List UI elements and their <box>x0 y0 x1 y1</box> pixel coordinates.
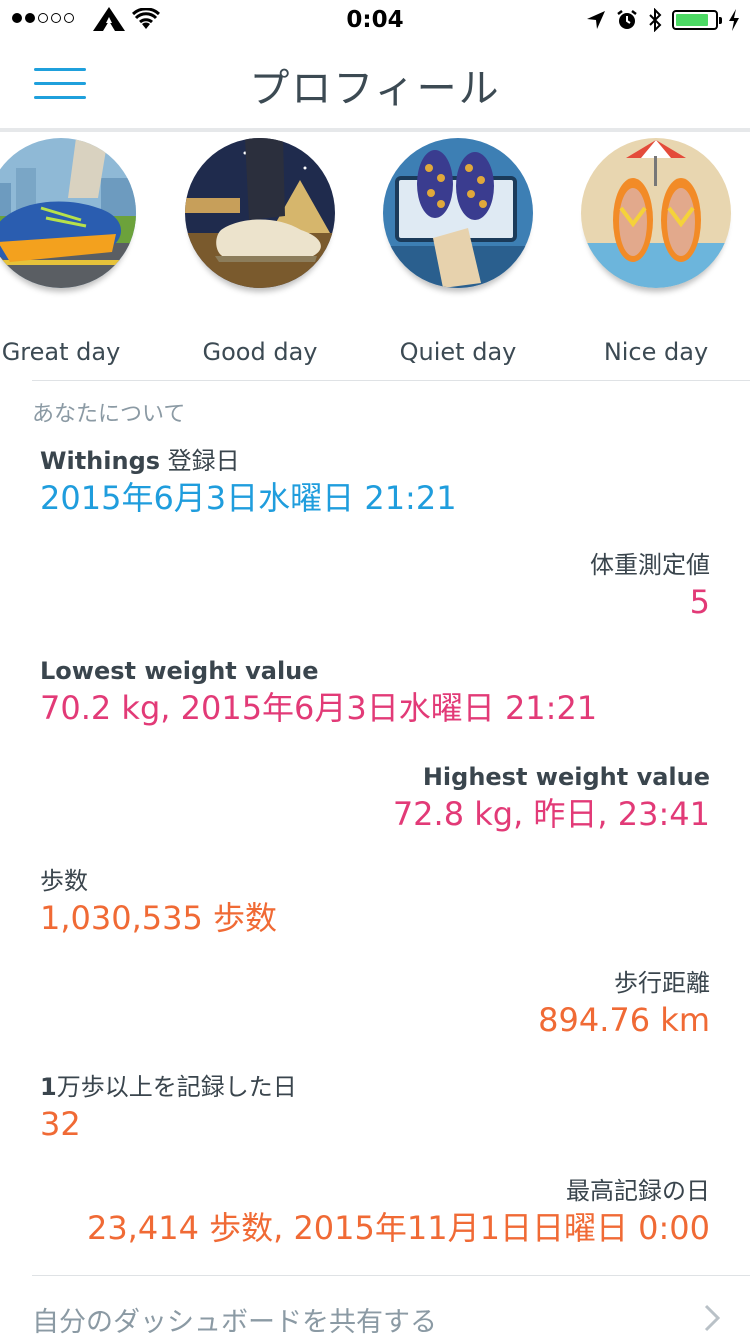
stat-value: 2015年6月3日水曜日 21:21 <box>40 479 457 517</box>
stat-label: 1万歩以上を記録した日 <box>40 1073 297 1101</box>
stat-value: 894.76 km <box>538 1001 710 1039</box>
mood-great-day[interactable]: Great day <box>0 132 158 380</box>
stat-value: 1,030,535 歩数 <box>40 899 278 937</box>
stat-distance: 歩行距離 894.76 km <box>30 966 710 1040</box>
stat-label: Lowest weight value <box>40 657 319 685</box>
stat-value: 70.2 kg, 2015年6月3日水曜日 21:21 <box>40 689 598 727</box>
mood-label: Great day <box>1 338 121 366</box>
stat-value: 72.8 kg, 昨日, 23:41 <box>392 795 710 833</box>
status-bar: 0:04 <box>0 0 750 40</box>
mood-label: Quiet day <box>399 338 517 366</box>
stat-highest-weight: Highest weight value 72.8 kg, 昨日, 23:41 <box>30 760 710 834</box>
mood-carousel[interactable]: Great day Good day Quiet day Nice day <box>0 132 750 382</box>
share-dashboard-row[interactable]: 自分のダッシュボードを共有する <box>32 1276 750 1338</box>
stat-label: 歩行距離 <box>614 969 710 997</box>
flip-flops-beach-illustration <box>581 138 731 288</box>
stat-lowest-weight: Lowest weight value 70.2 kg, 2015年6月3日水曜… <box>40 654 720 728</box>
navigation-bar: プロフィール <box>0 40 750 128</box>
stat-value: 5 <box>689 583 710 621</box>
running-shoe-illustration <box>0 138 136 288</box>
stat-registration: Withings 登録日 2015年6月3日水曜日 21:21 <box>40 444 720 518</box>
battery-icon <box>672 10 722 30</box>
section-title: あなたについて <box>32 402 186 427</box>
divider <box>32 380 750 381</box>
charging-bolt-icon <box>729 9 739 31</box>
share-dashboard-label: 自分のダッシュボードを共有する <box>32 1307 437 1338</box>
stat-label: 最高記録の日 <box>566 1177 710 1205</box>
mood-label: Nice day <box>603 338 709 366</box>
stat-weight-count: 体重測定値 5 <box>30 548 710 622</box>
stat-label: 歩数 <box>40 867 88 895</box>
stat-steps: 歩数 1,030,535 歩数 <box>40 864 720 938</box>
stat-best-day: 最高記録の日 23,414 歩数, 2015年11月1日日曜日 0:00 <box>30 1174 710 1248</box>
stat-label: Highest weight value <box>422 763 710 791</box>
mood-good-day[interactable]: Good day <box>157 132 357 380</box>
stat-label: Withings 登録日 <box>40 447 240 475</box>
stat-10k-days: 1万歩以上を記録した日 32 <box>40 1070 720 1144</box>
page-title: プロフィール <box>249 66 501 112</box>
location-arrow-icon <box>587 11 605 29</box>
slippers-tv-illustration <box>383 138 533 288</box>
stat-label: 体重測定値 <box>590 551 710 579</box>
alarm-clock-icon <box>617 10 637 29</box>
mood-quiet-day[interactable]: Quiet day <box>355 132 555 380</box>
mood-label: Good day <box>202 338 318 366</box>
bluetooth-icon <box>649 8 662 32</box>
stat-value: 23,414 歩数, 2015年11月1日日曜日 0:00 <box>86 1209 710 1247</box>
mood-nice-day[interactable]: Nice day <box>553 132 750 380</box>
chevron-right-icon <box>704 1304 720 1332</box>
dress-shoe-illustration <box>185 138 335 288</box>
stat-value: 32 <box>40 1105 81 1143</box>
